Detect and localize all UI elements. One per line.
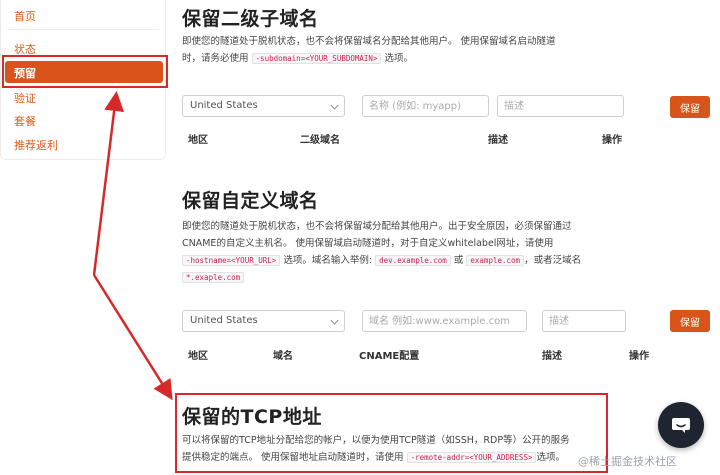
sidebar-item-plans[interactable]: 套餐 [14, 113, 36, 129]
desc-line: 即使您的隧道处于脱机状态，也不会将保留域名分配给其他用户。 使用保留域名启动隧道 [182, 36, 556, 47]
highlight-box-tcp [175, 393, 608, 473]
column-header-region: 地区 [188, 135, 208, 146]
sidebar-item-referral[interactable]: 推荐返利 [14, 137, 58, 153]
column-header-actions: 操作 [629, 351, 649, 362]
example-code: example.com [466, 255, 525, 266]
custom-domain-description: 即使您的隧道处于脱机状态，也不会将保留域分配给其他用户。出于安全原因，必须保留通… [182, 218, 652, 286]
desc-line: *.exaple.com [182, 269, 652, 286]
column-header-actions: 操作 [602, 135, 622, 146]
column-header-desc: 描述 [488, 135, 508, 146]
example-code: dev.example.com [375, 255, 451, 266]
hostname-code: -hostname=<YOUR_URL> [182, 255, 281, 266]
subdomain-description: 即使您的隧道处于脱机状态，也不会将保留域名分配给其他用户。 使用保留域名启动隧道… [182, 33, 632, 67]
custom-domain-input[interactable] [362, 310, 527, 332]
highlight-box-sidebar [2, 55, 168, 88]
page-title-custom-domain: 保留自定义域名 [182, 190, 319, 212]
desc-text: 或 [453, 255, 464, 266]
region-select[interactable]: United States [182, 95, 345, 117]
subdomain-code: -subdomain=<YOUR_SUBDOMAIN> [251, 53, 382, 64]
desc-line: 即使您的隧道处于脱机状态，也不会将保留域分配给其他用户。出于安全原因，必须保留通… [182, 221, 572, 232]
desc-line: -hostname=<YOUR_URL> 选项。域名输入举例: dev.exam… [182, 252, 652, 269]
watermark-text: @稀土掘金技术社区 [578, 455, 677, 468]
desc-line: 时，请务必使用 -subdomain=<YOUR_SUBDOMAIN> 选项。 [182, 50, 632, 67]
column-header-region: 地区 [188, 351, 208, 362]
desc-text: 选项。 [384, 53, 414, 64]
chat-bubble-icon [672, 418, 690, 433]
column-header-cname: CNAME配置 [359, 351, 420, 362]
subdomain-desc-input[interactable] [497, 95, 624, 117]
reserve-domain-button[interactable]: 保留 [670, 310, 710, 332]
sidebar-item-home[interactable]: 首页 [14, 8, 36, 24]
region-select[interactable]: United States [182, 310, 345, 332]
region-value: United States [190, 315, 258, 326]
region-value: United States [190, 100, 258, 111]
column-header-subdomain: 二级域名 [300, 135, 340, 146]
reserve-subdomain-button[interactable]: 保留 [670, 96, 710, 118]
desc-text: 时，请务必使用 [182, 53, 249, 64]
desc-text: ，或者泛域名 [524, 255, 582, 266]
chevron-down-icon [330, 316, 339, 325]
wildcard-code: *.exaple.com [182, 272, 245, 283]
sidebar-divider [7, 29, 159, 30]
sidebar-item-auth[interactable]: 验证 [14, 90, 36, 106]
page-title-subdomain: 保留二级子域名 [182, 8, 319, 30]
desc-text: 选项。域名输入举例: [283, 255, 373, 266]
desc-line: CNAME的自定义主机名。 使用保留域启动隧道时，对于自定义whitelabel… [182, 238, 554, 249]
chat-button[interactable] [658, 402, 704, 448]
chevron-down-icon [330, 101, 339, 110]
column-header-domain: 域名 [273, 351, 293, 362]
arrow-down [92, 274, 173, 401]
subdomain-name-input[interactable] [362, 95, 489, 117]
custom-domain-desc-input[interactable] [542, 310, 626, 332]
column-header-desc: 描述 [542, 351, 562, 362]
